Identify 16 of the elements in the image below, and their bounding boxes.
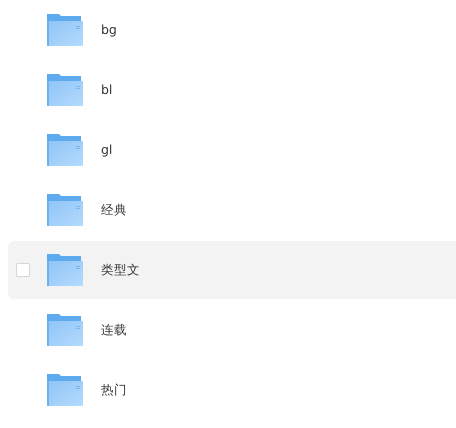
folder-icon xyxy=(47,74,83,106)
folder-name[interactable]: gl xyxy=(101,140,112,160)
folder-name[interactable]: bl xyxy=(101,80,112,100)
checkbox[interactable] xyxy=(16,263,30,277)
folder-name[interactable]: 热门 xyxy=(101,380,127,400)
folder-icon xyxy=(47,254,83,286)
folder-name[interactable]: 经典 xyxy=(101,200,127,220)
folder-name[interactable]: bg xyxy=(101,20,117,40)
folder-name[interactable]: 类型文 xyxy=(101,260,140,280)
folder-icon xyxy=(47,134,83,166)
folder-icon xyxy=(47,194,83,226)
folder-icon xyxy=(47,14,83,46)
folder-icon xyxy=(47,314,83,346)
folder-name[interactable]: 连载 xyxy=(101,320,127,340)
folder-row[interactable]: 类型文 xyxy=(8,241,456,299)
folder-icon xyxy=(47,374,83,406)
